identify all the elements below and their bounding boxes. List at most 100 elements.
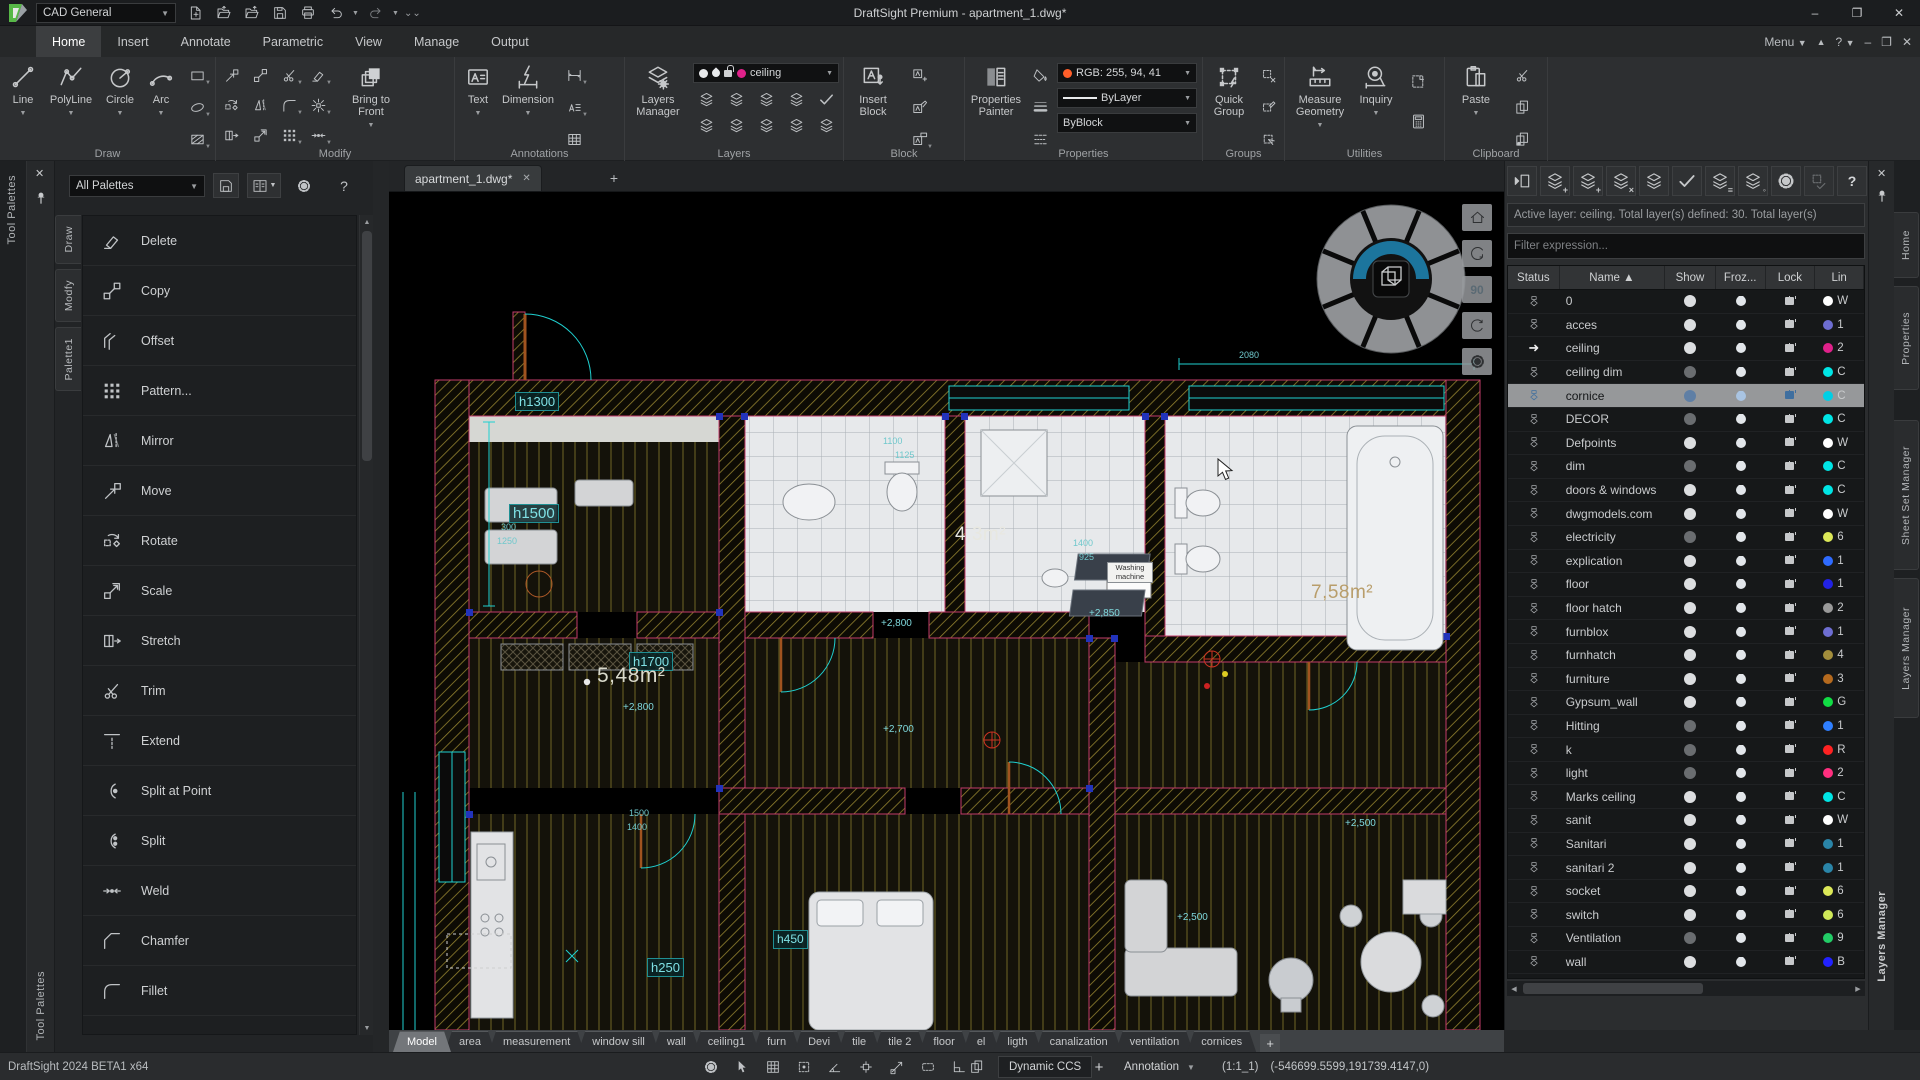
text-button[interactable]: Text▼ — [459, 61, 497, 120]
linestyle-dropdown[interactable]: ByBlock▼ — [1057, 113, 1197, 133]
menu-button[interactable]: Menu ▼ — [1764, 35, 1806, 49]
sheet-tab-tile[interactable]: tile — [838, 1031, 880, 1052]
copy-with-basepoint-icon[interactable] — [1405, 69, 1431, 93]
rectangle-icon[interactable]: ▼ — [184, 63, 210, 87]
scale-tool-icon[interactable] — [247, 123, 273, 147]
ungroup-icon[interactable] — [1255, 63, 1281, 87]
layer-row-acces[interactable]: acces1 — [1508, 314, 1864, 338]
palette-close-icon[interactable]: ✕ — [35, 167, 44, 180]
hscroll-left-icon[interactable]: ◀ — [1507, 981, 1521, 996]
sheet-tab-model[interactable]: Model — [393, 1031, 451, 1052]
snap-toggle[interactable] — [791, 1055, 817, 1079]
layer-row-dwgmodels-com[interactable]: dwgmodels.comW — [1508, 502, 1864, 526]
layer-row-doors-windows[interactable]: doors & windowsC — [1508, 479, 1864, 503]
layer-activate-icon[interactable] — [813, 87, 839, 111]
layer-row-sanitari[interactable]: Sanitari1 — [1508, 833, 1864, 857]
dock-tab-home[interactable]: Home — [1894, 212, 1919, 278]
drawing-canvas[interactable]: 2080h1300h1500h1700h250h4505,48m²4,3m²7,… — [389, 192, 1504, 1030]
inquiry-button[interactable]: Inquiry▼ — [1353, 61, 1399, 120]
rotate-tool-icon[interactable] — [218, 93, 244, 117]
layers-hscrollbar[interactable]: ◀ ▶ — [1507, 981, 1865, 996]
minimize-button[interactable]: – — [1794, 0, 1836, 26]
roll-button[interactable] — [1462, 312, 1492, 339]
redo-icon[interactable] — [364, 2, 388, 24]
ribbon-tab-annotate[interactable]: Annotate — [165, 26, 247, 57]
sheet-tab-area[interactable]: area — [445, 1031, 495, 1052]
palette-item-mirror[interactable]: Mirror — [83, 416, 356, 466]
palette-pin-icon[interactable] — [34, 191, 48, 205]
layers-manager-button[interactable]: Layers Manager — [627, 61, 689, 118]
dynamic-input-toggle[interactable] — [915, 1055, 941, 1079]
layer-row-marks-ceiling[interactable]: Marks ceilingC — [1508, 785, 1864, 809]
active-layer-dropdown[interactable]: ceiling ▼ — [693, 63, 839, 83]
dock-tab-properties[interactable]: Properties — [1894, 286, 1919, 390]
ribbon-tab-view[interactable]: View — [339, 26, 398, 57]
layer-row-windows[interactable]: windowsW — [1508, 974, 1864, 979]
customize-qat-icon[interactable]: ⌄⌄ — [404, 8, 412, 19]
settings-button[interactable] — [1462, 348, 1492, 375]
layer-tool-4-icon[interactable] — [783, 87, 809, 111]
dynamic-ccs-button[interactable]: Dynamic CCS — [998, 1056, 1092, 1078]
ribbon-tab-insert[interactable]: Insert — [101, 26, 164, 57]
calculator-icon[interactable] — [1405, 109, 1431, 133]
line-color-dropdown[interactable]: RGB: 255, 94, 41▼ — [1057, 63, 1197, 83]
layer-tool-10-icon[interactable] — [813, 113, 839, 137]
add-sheet-button[interactable]: + — [1260, 1034, 1280, 1052]
palette-item-pattern-[interactable]: Pattern... — [83, 366, 356, 416]
new-document-tab-icon[interactable]: + — [604, 168, 624, 188]
palette-item-split-at-point[interactable]: Split at Point — [83, 766, 356, 816]
palette-filter-dropdown[interactable]: All Palettes▼ — [69, 175, 205, 197]
layer-row-ventilation[interactable]: Ventilation9 — [1508, 927, 1864, 951]
layer-activate-button[interactable] — [1672, 166, 1702, 196]
palette-scroll-thumb[interactable] — [362, 231, 372, 461]
layer-row-dim[interactable]: dimC — [1508, 455, 1864, 479]
layer-row-ceiling[interactable]: ➜ceiling2 — [1508, 337, 1864, 361]
sheet-tab-floor[interactable]: floor — [919, 1031, 968, 1052]
layer-tool-7-icon[interactable] — [723, 113, 749, 137]
layers-help-button[interactable]: ? — [1837, 166, 1867, 196]
dock-tab-sheet-set-manager[interactable]: Sheet Set Manager — [1894, 420, 1919, 570]
lineweight-dropdown[interactable]: ByLayer▼ — [1057, 88, 1197, 108]
steering-wheel[interactable] — [1312, 200, 1470, 358]
palette-item-extend[interactable]: Extend — [83, 716, 356, 766]
layer-tool-1-icon[interactable] — [693, 87, 719, 111]
palette-settings-gear-icon[interactable] — [291, 173, 317, 198]
dimension-button[interactable]: Dimension▼ — [499, 61, 557, 120]
layer-states-button[interactable]: ≡ — [1705, 166, 1735, 196]
trim-tool-icon[interactable]: ▼ — [276, 63, 302, 87]
arc-button[interactable]: Arc▼ — [142, 61, 180, 120]
layer-delete-button[interactable]: × — [1606, 166, 1636, 196]
grid-toggle[interactable] — [760, 1055, 786, 1079]
column-header-lock[interactable]: Lock — [1766, 266, 1816, 289]
layer-new-frozen-button[interactable]: + — [1573, 166, 1603, 196]
layer-row-cornice[interactable]: corniceC — [1508, 384, 1864, 408]
sheet-tab-cornices[interactable]: cornices — [1187, 1031, 1256, 1052]
layer-new-button[interactable]: + — [1540, 166, 1570, 196]
quick-group-button[interactable]: Quick Group — [1205, 61, 1253, 118]
layer-row-switch[interactable]: switch6 — [1508, 903, 1864, 927]
layer-row-floor-hatch[interactable]: floor hatch2 — [1508, 597, 1864, 621]
pattern-tool-icon[interactable]: ▼ — [276, 123, 302, 147]
document-tab[interactable]: apartment_1.dwg*✕ — [404, 165, 542, 191]
palette-item-delete[interactable]: Delete — [83, 216, 356, 266]
sheet-tab-wall[interactable]: wall — [653, 1031, 700, 1052]
polar-tracking-toggle[interactable] — [822, 1055, 848, 1079]
ribbon-tab-home[interactable]: Home — [36, 26, 101, 57]
home-button[interactable] — [1462, 204, 1492, 231]
layer-row-electricity[interactable]: electricity6 — [1508, 526, 1864, 550]
open-file-icon[interactable] — [212, 2, 236, 24]
make-block-icon[interactable] — [906, 63, 932, 87]
redo-dropdown-icon[interactable]: ▼ — [392, 10, 400, 17]
explode-tool-icon[interactable]: ▼ — [305, 93, 331, 117]
open-recent-icon[interactable] — [240, 2, 264, 24]
palette-view-icon[interactable]: ▼ — [247, 173, 281, 198]
weld-tool-icon[interactable]: ▼ — [305, 123, 331, 147]
close-button[interactable]: ✕ — [1878, 0, 1920, 26]
properties-painter-button[interactable]: Properties Painter — [967, 61, 1025, 118]
annotation-scale-dropdown[interactable]: Annotation▼ — [1118, 1056, 1201, 1078]
layer-row-socket[interactable]: socket6 — [1508, 880, 1864, 904]
tool-palettes-dock-tab[interactable]: Tool Palettes — [0, 161, 27, 1052]
layer-row-0[interactable]: 0W — [1508, 290, 1864, 314]
layer-row-gypsum-wall[interactable]: Gypsum_wallG — [1508, 691, 1864, 715]
scroll-up-icon[interactable]: ▲ — [360, 215, 374, 229]
